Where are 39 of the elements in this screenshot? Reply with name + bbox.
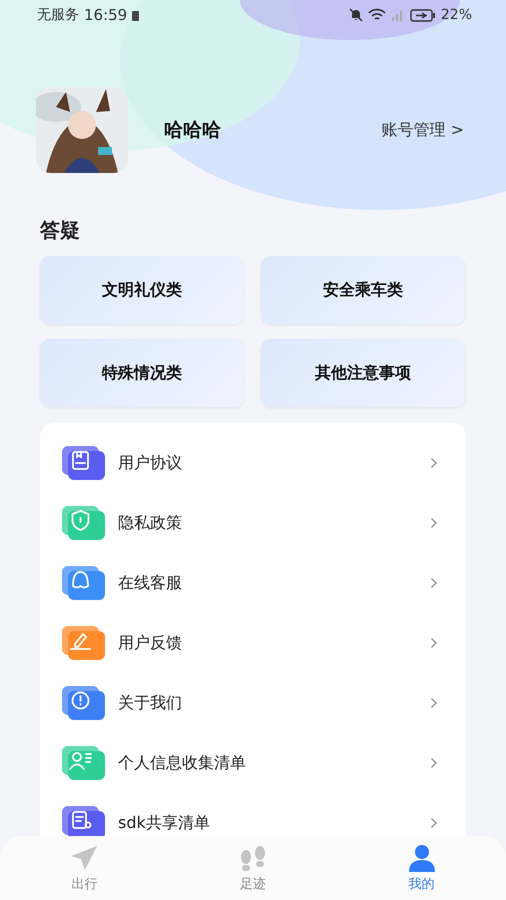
- carrier-text: 无服务: [37, 6, 79, 24]
- account-management-link[interactable]: 账号管理 >: [382, 120, 464, 140]
- footprints-icon: [238, 844, 268, 872]
- user-name: 哈哈哈: [164, 118, 221, 143]
- menu-item[interactable]: 个人信息收集清单: [62, 733, 438, 793]
- menu-item-label: 用户反馈: [118, 632, 182, 654]
- category-button[interactable]: 文明礼仪类: [40, 256, 244, 324]
- menu-item-label: 隐私政策: [118, 512, 182, 534]
- menu-item-label: 个人信息收集清单: [118, 752, 246, 774]
- battery-small-icon: [132, 10, 140, 20]
- bell-muted-icon: [348, 8, 363, 22]
- chevron-icon: [430, 757, 438, 769]
- category-button[interactable]: 安全乘车类: [261, 256, 465, 324]
- menu-item[interactable]: 关于我们: [62, 673, 438, 733]
- menu-item-label: 关于我们: [118, 692, 182, 714]
- person-icon: [406, 844, 437, 872]
- menu-item[interactable]: 在线客服: [62, 553, 438, 613]
- chevron-icon: [430, 637, 438, 649]
- category-button[interactable]: 特殊情况类: [40, 339, 244, 407]
- menu-item[interactable]: 用户反馈: [62, 613, 438, 673]
- chevron-icon: [430, 457, 438, 469]
- chevron-icon: [430, 577, 438, 589]
- battery-icon: [410, 8, 436, 22]
- chevron-icon: [430, 517, 438, 529]
- signal-icon: [390, 8, 405, 22]
- category-button[interactable]: 其他注意事项: [261, 339, 465, 407]
- chevron-icon: [430, 817, 438, 829]
- tab[interactable]: 我的: [337, 836, 506, 900]
- wifi-icon: [368, 8, 386, 22]
- menu-item-label: 在线客服: [118, 572, 182, 594]
- section-title: 答疑: [40, 217, 81, 244]
- chevron-icon: [430, 697, 438, 709]
- clock-text: 16:59: [84, 6, 128, 24]
- battery-percent: 22%: [440, 7, 472, 23]
- menu-item-label: sdk共享清单: [118, 812, 210, 834]
- menu-item[interactable]: 用户协议: [62, 433, 438, 493]
- menu-item[interactable]: 隐私政策: [62, 493, 438, 553]
- paper-plane-icon: [69, 844, 100, 872]
- menu-item-label: 用户协议: [118, 452, 182, 474]
